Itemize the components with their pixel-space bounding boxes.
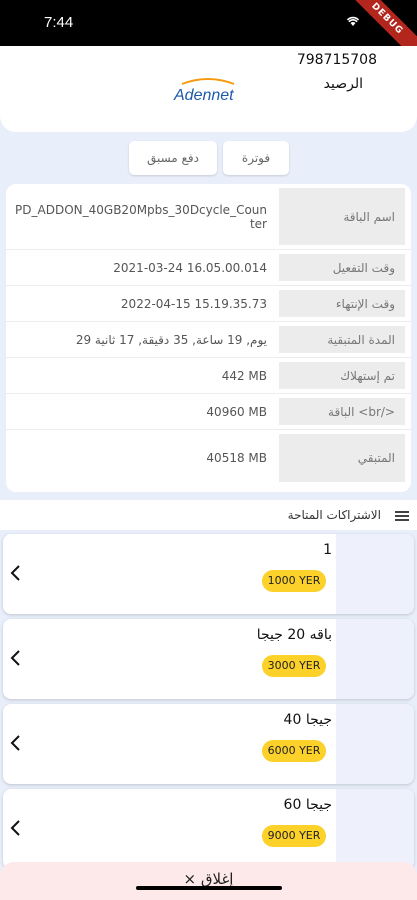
subscription-card[interactable]: 60 جيجا 9000 YER <box>3 789 414 869</box>
detail-row-activation-time: وقت التفعيل 2021-03-24 16.05.00.014 <box>6 250 411 286</box>
package-details-card: اسم الباقة PD_ADDON_40GB20Mpbs_30Dcycle_… <box>6 184 411 492</box>
account-card: 798715708 الرصيد Adennet <box>0 46 417 132</box>
svg-text:Adennet: Adennet <box>173 87 234 104</box>
subscription-side-panel <box>336 789 414 869</box>
balance-label: الرصيد <box>323 76 363 92</box>
detail-label: تم إستهلاك <box>279 362 405 389</box>
adennet-logo: Adennet <box>173 78 235 104</box>
detail-value: 40518 MB <box>206 451 267 465</box>
subscription-side-panel <box>336 704 414 784</box>
wifi-icon <box>346 16 360 26</box>
detail-label: المدة المتبقية <box>279 326 405 353</box>
detail-value: 2021-03-24 16.05.00.014 <box>113 260 267 275</box>
detail-label: وقت الإنتهاء <box>279 290 405 317</box>
detail-value: 40960 MB <box>206 404 267 419</box>
list-icon <box>395 511 409 521</box>
detail-value: 442 MB <box>221 368 267 383</box>
home-indicator <box>136 886 282 890</box>
subscription-card[interactable]: 1 1000 YER <box>3 534 414 614</box>
price-badge: 3000 YER <box>262 655 326 677</box>
detail-value: يوم, 19 ساعة, 35 دقيقة, 17 ثانية 29 <box>75 332 267 347</box>
detail-row-remaining: المتبقي 40518 MB <box>6 430 411 486</box>
subscription-side-panel <box>336 619 414 699</box>
detail-label: الباقة <br/> <box>279 398 405 425</box>
detail-value: 2022-04-15 15.19.35.73 <box>120 296 267 311</box>
subscription-card[interactable]: باقه 20 جيجا 3000 YER <box>3 619 414 699</box>
detail-label: وقت التفعيل <box>279 254 405 281</box>
detail-label: المتبقي <box>279 434 405 482</box>
subscriptions-title: الاشتراكات المتاحة <box>287 508 381 522</box>
subscription-name: 60 جيجا <box>283 797 332 813</box>
close-bar[interactable]: × إغلاق <box>0 862 417 900</box>
account-number: 798715708 <box>296 52 377 68</box>
detail-row-package-name: اسم الباقة PD_ADDON_40GB20Mpbs_30Dcycle_… <box>6 184 411 250</box>
subscription-name: 40 جيجا <box>283 712 332 728</box>
detail-label: اسم الباقة <box>279 188 405 245</box>
chevron-left-icon[interactable] <box>9 564 21 582</box>
prepaid-button[interactable]: دفع مسبق <box>129 141 217 175</box>
subscription-card[interactable]: 40 جيجا 6000 YER <box>3 704 414 784</box>
price-badge: 6000 YER <box>262 740 326 762</box>
chevron-left-icon[interactable] <box>9 649 21 667</box>
subscriptions-header: الاشتراكات المتاحة <box>0 500 417 530</box>
subscription-name: 1 <box>323 542 332 558</box>
price-badge: 1000 YER <box>262 570 326 592</box>
status-bar: 7:44 DEBUG <box>0 0 417 68</box>
detail-row-consumed: تم إستهلاك 442 MB <box>6 358 411 394</box>
invoice-button[interactable]: فوترة <box>223 141 289 175</box>
chevron-left-icon[interactable] <box>9 734 21 752</box>
detail-row-expiry-time: وقت الإنتهاء 2022-04-15 15.19.35.73 <box>6 286 411 322</box>
price-badge: 9000 YER <box>262 825 326 847</box>
status-time: 7:44 <box>44 14 74 31</box>
subscription-side-panel <box>336 534 414 614</box>
detail-row-package-size: الباقة <br/> 40960 MB <box>6 394 411 430</box>
chevron-left-icon[interactable] <box>9 819 21 837</box>
subscription-name: باقه 20 جيجا <box>256 627 332 643</box>
detail-row-remaining-time: المدة المتبقية يوم, 19 ساعة, 35 دقيقة, 1… <box>6 322 411 358</box>
detail-value: PD_ADDON_40GB20Mpbs_30Dcycle_Counter <box>15 202 267 231</box>
